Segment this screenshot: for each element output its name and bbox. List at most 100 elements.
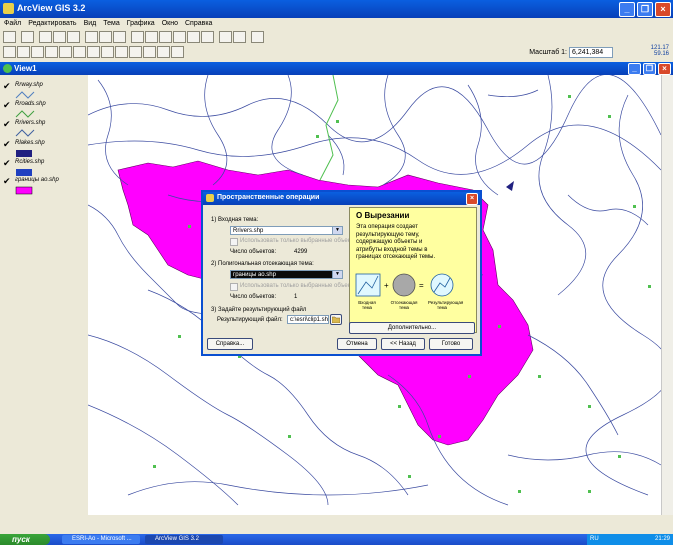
query-builder-button[interactable] <box>131 31 144 43</box>
caption-result: Результирующая тема <box>428 300 464 310</box>
label-tool[interactable] <box>143 46 156 58</box>
zoom-in-tool[interactable] <box>59 46 72 58</box>
step2-label: 2) Полигональная отсекающая тема: <box>211 261 314 267</box>
menu-edit[interactable]: Редактировать <box>28 20 76 27</box>
map-vertical-scrollbar[interactable] <box>661 75 673 515</box>
clear-selection-button[interactable] <box>233 31 246 43</box>
hide-legend-button[interactable] <box>67 31 80 43</box>
result-file-label: Результирующий файл: <box>217 317 283 323</box>
task-arcview[interactable]: ArcView GIS 3.2 <box>145 535 223 544</box>
chevron-down-icon[interactable]: ▼ <box>332 227 342 234</box>
line-symbol-icon <box>15 129 35 137</box>
use-selected-label-2: Использовать только выбранные объекты <box>240 283 358 289</box>
clip-diagram-icon: + = <box>355 273 454 297</box>
theme-name: Rroads.shp <box>15 101 46 107</box>
scale-display: Масштаб 1: 6,241,384 <box>529 47 613 58</box>
select-by-theme-button[interactable] <box>219 31 232 43</box>
pointer-tool[interactable] <box>17 46 30 58</box>
count-value-2: 1 <box>294 294 298 300</box>
spatial-operations-dialog: Пространственные операции × 1) Входная т… <box>201 190 482 356</box>
scale-label: Масштаб 1: <box>529 49 567 56</box>
measure-tool[interactable] <box>101 46 114 58</box>
theme-visibility-check[interactable]: ✔ <box>3 100 11 111</box>
step3-label: 3) Задайте результирующий файл <box>211 307 307 313</box>
theme-name: Rlakes.shp <box>15 140 45 146</box>
app-title-bar: ArcView GIS 3.2 _ ❐ × <box>0 0 673 18</box>
help-description: Эта операция создает результирующую тему… <box>356 224 436 260</box>
theme-visibility-check[interactable]: ✔ <box>3 119 11 130</box>
theme-granitsy-ao[interactable]: ✔ границы ao.shp <box>3 175 87 205</box>
area-of-interest-tool[interactable] <box>129 46 142 58</box>
select-feature-tool[interactable] <box>45 46 58 58</box>
theme-name: Rrivers.shp <box>15 120 46 126</box>
menu-bar: Файл Редактировать Вид Тема Графика Окно… <box>0 18 673 29</box>
back-button[interactable]: << Назад <box>381 338 425 350</box>
zoom-out-tool[interactable] <box>73 46 86 58</box>
zoom-out-button[interactable] <box>201 31 214 43</box>
theme-properties-button[interactable] <box>39 31 52 43</box>
theme-visibility-check[interactable]: ✔ <box>3 158 11 169</box>
restore-button[interactable]: ❐ <box>637 2 653 17</box>
view-icon <box>3 64 12 73</box>
menu-graphics[interactable]: Графика <box>127 20 155 27</box>
hotlink-tool[interactable] <box>115 46 128 58</box>
add-theme-button[interactable] <box>21 31 34 43</box>
svg-text:+: + <box>384 281 389 290</box>
save-project-button[interactable] <box>3 31 16 43</box>
menu-window[interactable]: Окно <box>162 20 178 27</box>
use-selected-checkbox-1[interactable] <box>230 238 238 246</box>
view-restore-button[interactable]: ❐ <box>643 63 656 75</box>
clip-theme-select[interactable]: границы ao.shp ▼ <box>230 270 343 279</box>
menu-theme[interactable]: Тема <box>103 20 119 27</box>
draw-tool[interactable] <box>171 46 184 58</box>
menu-help[interactable]: Справка <box>185 20 212 27</box>
zoom-active-button[interactable] <box>159 31 172 43</box>
use-selected-checkbox-2[interactable] <box>230 283 238 291</box>
scale-input[interactable]: 6,241,384 <box>569 47 613 58</box>
zoom-in-button[interactable] <box>187 31 200 43</box>
theme-visibility-check[interactable]: ✔ <box>3 176 11 187</box>
result-file-input[interactable]: c:\esri\clip1.shp <box>287 315 329 324</box>
view-window-controls: _ ❐ × <box>628 63 671 75</box>
clip-theme-value: границы ao.shp <box>233 272 276 278</box>
help-button[interactable] <box>251 31 264 43</box>
edit-legend-button[interactable] <box>53 31 66 43</box>
language-indicator[interactable]: RU <box>590 534 599 545</box>
start-button[interactable]: пуск <box>0 534 50 545</box>
input-theme-select[interactable]: Rrivers.shp ▼ <box>230 226 343 235</box>
finish-button[interactable]: Готово <box>429 338 473 350</box>
coordinate-readout: 121.17 59.16 <box>651 45 669 57</box>
identify-tool[interactable] <box>3 46 16 58</box>
svg-text:=: = <box>419 281 424 290</box>
theme-visibility-check[interactable]: ✔ <box>3 139 11 150</box>
coord-y: 59.16 <box>653 51 669 57</box>
text-tool[interactable] <box>157 46 170 58</box>
caption-clip: Отсекающая тема <box>390 300 418 310</box>
view-close-button[interactable]: × <box>658 63 671 75</box>
cancel-button[interactable]: Отмена <box>337 338 377 350</box>
browse-folder-button[interactable] <box>330 314 342 325</box>
menu-view[interactable]: Вид <box>84 20 97 27</box>
zoom-full-button[interactable] <box>145 31 158 43</box>
menu-file[interactable]: Файл <box>4 20 21 27</box>
help-button[interactable]: Справка... <box>207 338 253 350</box>
vertex-edit-tool[interactable] <box>31 46 44 58</box>
locate-button[interactable] <box>113 31 126 43</box>
close-button[interactable]: × <box>655 2 671 17</box>
caption-input: Входная тема <box>358 300 376 310</box>
open-table-button[interactable] <box>85 31 98 43</box>
task-word[interactable]: ESRI-Ao - Microsoft ... <box>62 535 140 544</box>
zoom-selected-button[interactable] <box>173 31 186 43</box>
theme-visibility-check[interactable]: ✔ <box>3 81 11 92</box>
find-button[interactable] <box>99 31 112 43</box>
advanced-button[interactable]: Дополнительно... <box>349 322 475 334</box>
view-title-bar: View1 _ ❐ × <box>0 62 673 75</box>
pan-tool[interactable] <box>87 46 100 58</box>
view-title: View1 <box>14 64 37 73</box>
lake-shape <box>506 181 514 191</box>
minimize-button[interactable]: _ <box>619 2 635 17</box>
dialog-close-button[interactable]: × <box>466 193 478 205</box>
help-title: О Вырезании <box>356 211 410 220</box>
view-minimize-button[interactable]: _ <box>628 63 641 75</box>
chevron-down-icon[interactable]: ▼ <box>332 271 342 278</box>
